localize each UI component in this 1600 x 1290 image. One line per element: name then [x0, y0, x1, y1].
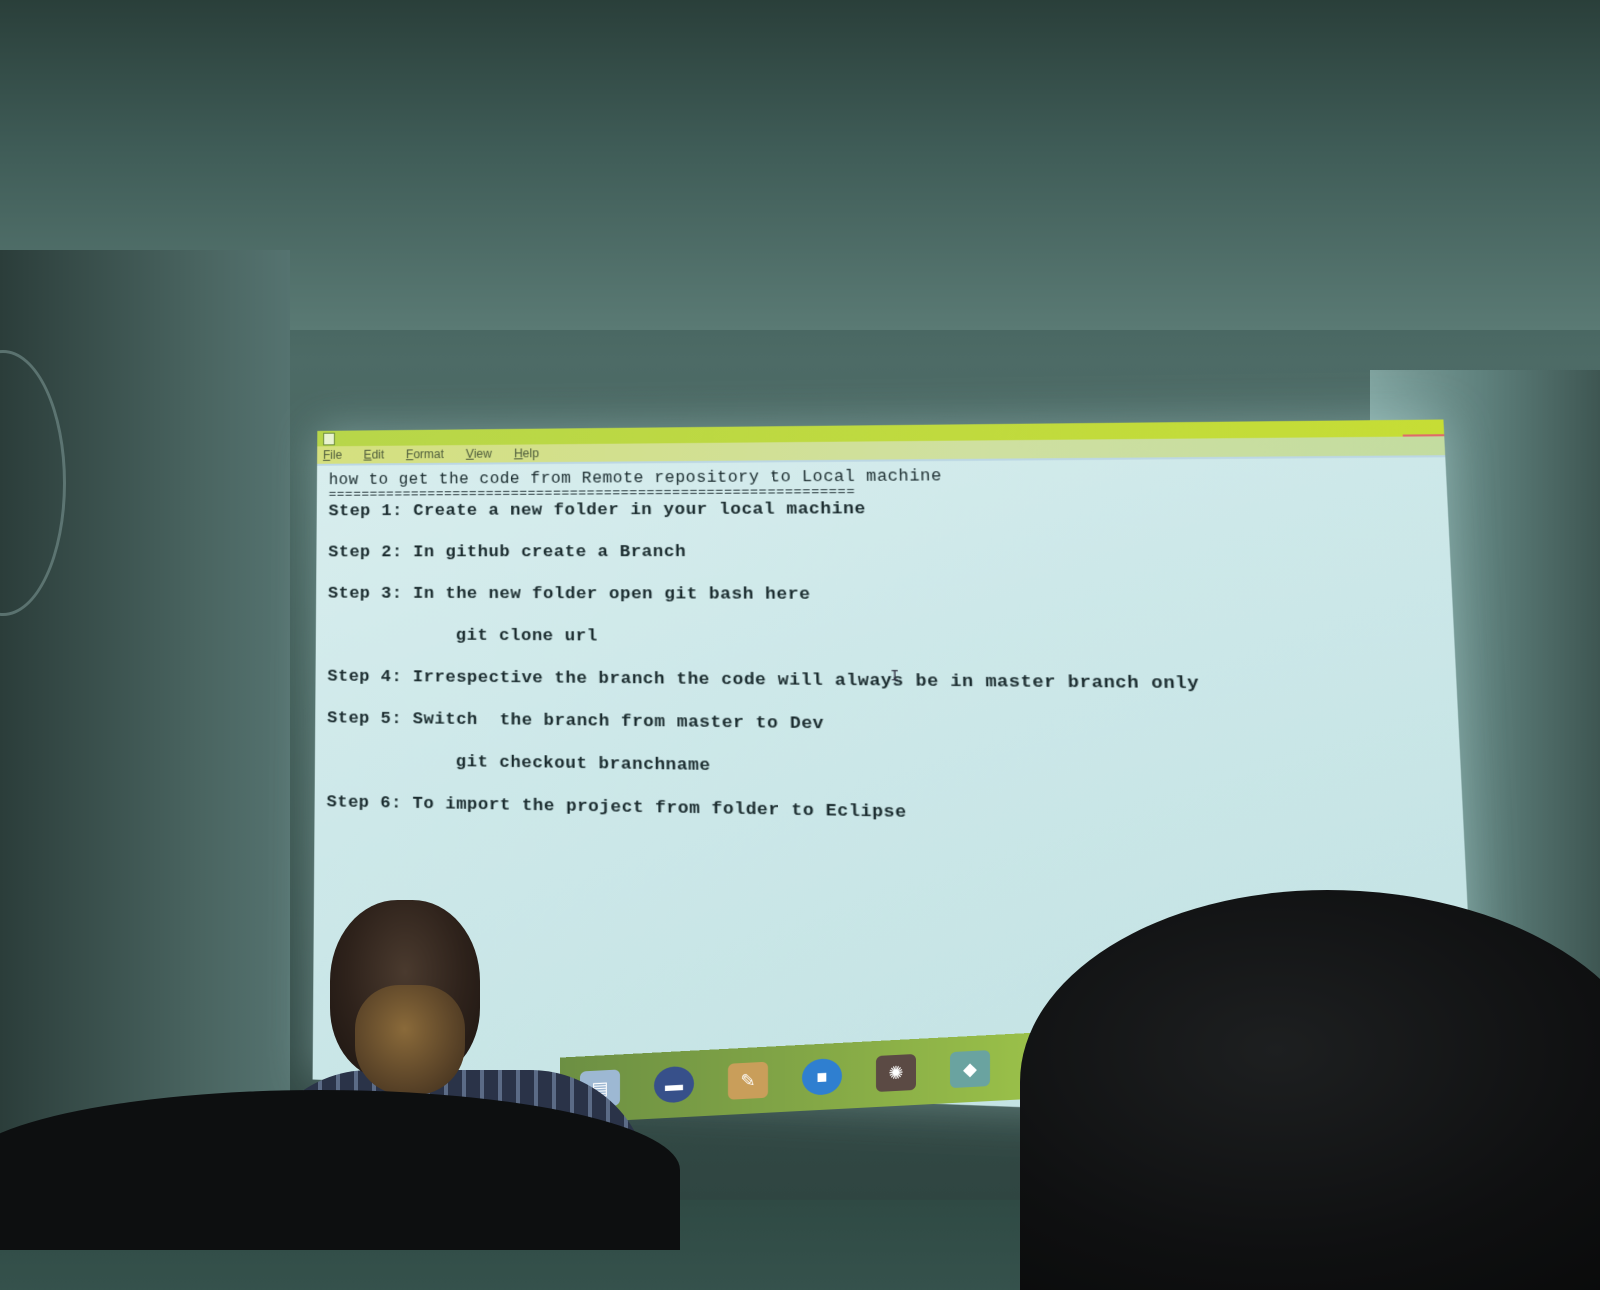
person-face	[355, 985, 465, 1095]
app-icon[interactable]: ◆	[950, 1050, 990, 1089]
menu-view[interactable]: View	[464, 447, 494, 461]
foreground-silhouette-left	[0, 1090, 680, 1250]
ibeam-cursor-icon: I	[890, 668, 900, 686]
menu-file[interactable]: File	[321, 448, 344, 462]
menu-help[interactable]: Help	[512, 446, 541, 460]
notepad-icon	[323, 432, 335, 446]
paint-icon[interactable]: ✎	[728, 1061, 768, 1100]
video-call-icon[interactable]: ■	[802, 1057, 842, 1096]
menu-format[interactable]: Format	[404, 447, 446, 461]
menu-edit[interactable]: Edit	[362, 448, 386, 462]
step-3: Step 3: In the new folder open git bash …	[327, 584, 811, 605]
step-2: Step 2: In github create a Branch	[328, 543, 687, 563]
foreground-silhouette-right	[1020, 890, 1600, 1290]
media-player-icon[interactable]: ▬	[654, 1065, 694, 1104]
image-viewer-icon[interactable]: ✺	[876, 1053, 916, 1093]
